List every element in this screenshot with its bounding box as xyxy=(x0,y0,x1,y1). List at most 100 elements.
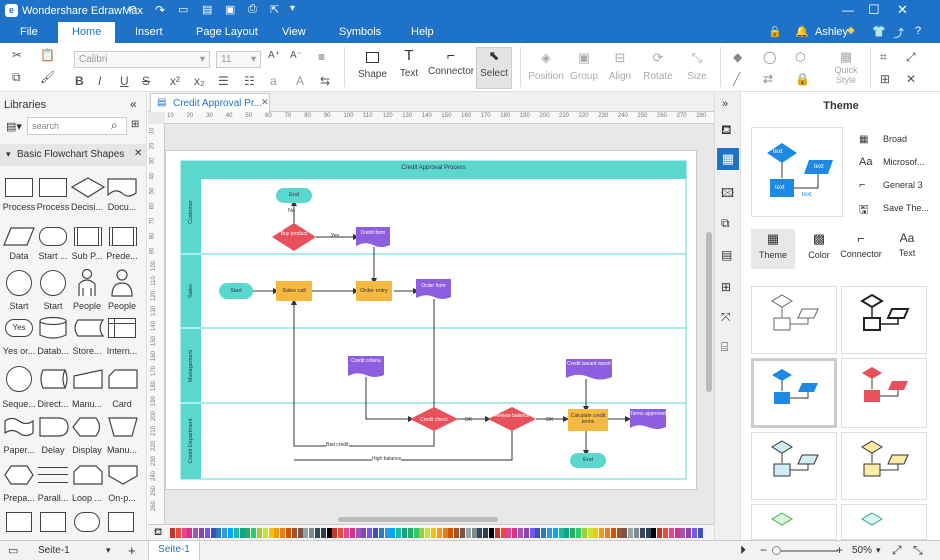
color-swatch[interactable] xyxy=(616,528,622,538)
page-select-chevron-icon[interactable]: ▾ xyxy=(106,545,111,556)
zoom-slider-thumb[interactable] xyxy=(772,546,781,555)
color-swatch[interactable] xyxy=(692,528,697,538)
node-start-label[interactable]: Start xyxy=(219,288,253,294)
more-tools-icon[interactable]: ⤢ xyxy=(906,50,916,65)
color-swatch[interactable] xyxy=(541,528,547,538)
settings-icon[interactable]: ✕ xyxy=(906,72,916,86)
color-swatch[interactable] xyxy=(297,528,303,538)
lock-shape-icon[interactable]: 🔒 xyxy=(795,72,810,86)
theme-card-mint[interactable] xyxy=(841,504,927,540)
color-swatch[interactable] xyxy=(286,528,291,538)
share-icon[interactable]: ⤴ xyxy=(893,25,904,41)
cut-icon[interactable]: ✂ xyxy=(12,48,22,62)
shape-partial[interactable] xyxy=(108,512,134,532)
menu-home[interactable]: Home xyxy=(58,22,116,43)
open-icon[interactable]: ▤ xyxy=(202,3,212,16)
more-icon[interactable]: ▾ xyxy=(290,3,295,14)
color-swatch[interactable] xyxy=(622,528,628,538)
color-swatch[interactable] xyxy=(228,528,233,538)
node-credit-check-label[interactable]: Credit check xyxy=(412,417,456,423)
display-shape[interactable] xyxy=(72,416,104,438)
shape-partial[interactable] xyxy=(6,512,32,532)
underline-icon[interactable]: U xyxy=(120,74,129,88)
node-sales-call-label[interactable]: Sales call xyxy=(276,288,312,294)
color-swatch[interactable] xyxy=(477,528,483,538)
lock-icon[interactable]: 🔒 xyxy=(768,25,782,38)
color-swatch[interactable] xyxy=(610,528,616,538)
format-painter-icon[interactable]: 🖌 xyxy=(40,70,55,84)
people-shape[interactable] xyxy=(110,268,134,298)
decision-shape[interactable] xyxy=(71,177,105,198)
theme-panel-icon[interactable]: ▦ xyxy=(717,148,739,170)
manual-operation-shape[interactable] xyxy=(107,416,139,438)
layers-panel-icon[interactable]: ⧉ xyxy=(721,216,730,231)
process-shape[interactable] xyxy=(5,178,33,197)
color-swatch[interactable] xyxy=(599,528,605,538)
diagram-canvas[interactable]: Credit Approval Process Customer Sales M… xyxy=(165,150,697,490)
theme-card-outline[interactable] xyxy=(751,286,837,354)
grow-font-icon[interactable]: A⁺ xyxy=(268,50,280,61)
page-select[interactable]: Seite-1 xyxy=(38,545,70,556)
section-close-icon[interactable]: ✕ xyxy=(134,148,142,159)
node-end-label[interactable]: End xyxy=(276,192,312,198)
shrink-font-icon[interactable]: A⁻ xyxy=(290,50,302,61)
theme-card-bold[interactable] xyxy=(841,286,927,354)
theme-connector-name[interactable]: General 3 xyxy=(883,180,923,190)
color-swatch[interactable] xyxy=(402,528,407,538)
node-review-label[interactable]: Review balance xyxy=(494,413,530,419)
new-icon[interactable]: ▭ xyxy=(178,3,188,16)
color-swatch[interactable] xyxy=(257,528,262,538)
predefined-shape[interactable] xyxy=(109,227,137,246)
doc-tab[interactable]: ▤ Credit Approval Pr... ✕ xyxy=(150,93,270,112)
color-swatch[interactable] xyxy=(593,528,599,538)
color-swatch[interactable] xyxy=(663,528,668,538)
rotate-button[interactable]: ⟳ Rotate xyxy=(640,47,676,82)
copy-icon[interactable]: ⧉ xyxy=(12,70,21,85)
expand-icon[interactable]: » xyxy=(722,98,728,110)
paper-tape-shape[interactable] xyxy=(3,416,35,438)
stored-data-shape[interactable] xyxy=(72,318,104,338)
theme-card-green[interactable] xyxy=(751,504,837,540)
color-swatch[interactable] xyxy=(181,528,187,538)
undo-icon[interactable]: ↶ xyxy=(127,3,137,17)
color-swatch[interactable] xyxy=(419,528,425,538)
parallel-mode-shape[interactable] xyxy=(38,467,68,483)
color-swatch[interactable] xyxy=(239,528,245,538)
color-swatch[interactable] xyxy=(175,528,181,538)
line-style-icon[interactable]: ╱ xyxy=(733,72,740,86)
color-swatch[interactable] xyxy=(349,528,355,538)
play-icon[interactable]: ⏵ xyxy=(740,543,746,558)
save-theme-button[interactable]: Save The... xyxy=(883,203,929,213)
color-swatch[interactable] xyxy=(552,528,558,538)
save-icon[interactable]: ▣ xyxy=(225,3,235,16)
select-tool[interactable]: ⬉ Select xyxy=(476,47,512,89)
start-circle-shape[interactable] xyxy=(40,270,66,296)
manual-input-shape[interactable] xyxy=(72,368,104,390)
zoom-slider[interactable] xyxy=(772,550,838,552)
color-swatch[interactable] xyxy=(518,528,523,538)
color-swatch[interactable] xyxy=(245,528,251,538)
color-swatch[interactable] xyxy=(303,528,309,538)
quick-style-button[interactable]: ▦ Quick Style xyxy=(828,49,864,85)
start-shape[interactable] xyxy=(39,227,67,246)
color-swatch[interactable] xyxy=(291,528,297,538)
color-swatch[interactable] xyxy=(344,528,349,538)
color-swatch[interactable] xyxy=(262,528,268,538)
align-button[interactable]: ⊟ Align xyxy=(604,47,636,82)
color-swatch[interactable] xyxy=(697,528,703,538)
node-report-label[interactable]: Credit issued report xyxy=(566,361,612,367)
arrow-icon[interactable]: ⇄ xyxy=(763,72,773,86)
color-swatch[interactable] xyxy=(338,528,344,538)
color-swatch[interactable] xyxy=(413,528,419,538)
shape-tool[interactable]: Shape xyxy=(358,47,387,89)
subscript-icon[interactable]: x₂ xyxy=(194,74,205,88)
color-swatch[interactable] xyxy=(668,528,674,538)
color-swatch[interactable] xyxy=(373,528,378,538)
horizontal-scrollbar[interactable] xyxy=(338,517,498,522)
color-swatch[interactable] xyxy=(587,528,593,538)
color-swatch[interactable] xyxy=(268,528,274,538)
color-swatch[interactable] xyxy=(628,528,634,538)
color-swatch[interactable] xyxy=(187,528,193,538)
fill-icon[interactable]: ◆ xyxy=(733,50,742,64)
color-swatch[interactable] xyxy=(674,528,680,538)
